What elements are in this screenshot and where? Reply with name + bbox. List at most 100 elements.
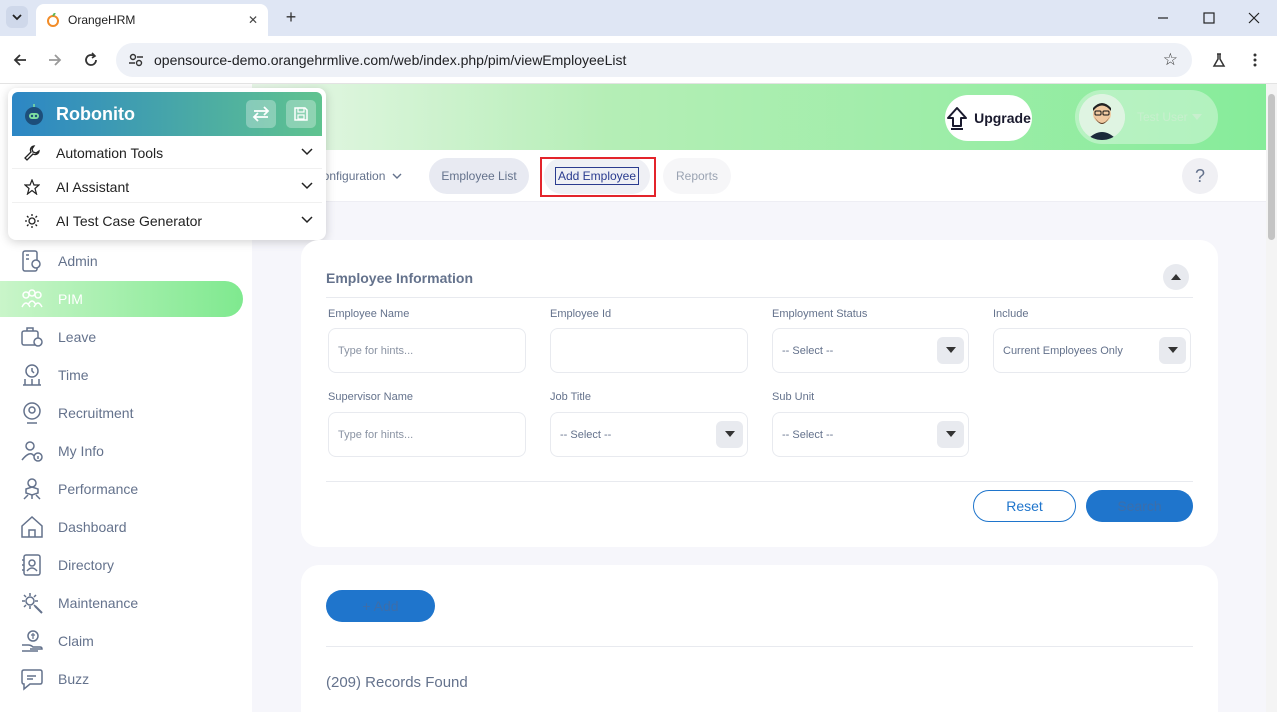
sidebar-item-label: Recruitment xyxy=(58,405,134,421)
sidebar-item-label: Maintenance xyxy=(58,595,139,611)
new-tab-button[interactable]: + xyxy=(280,6,302,28)
employee-name-input[interactable]: Type for hints... xyxy=(328,328,526,373)
robonito-row-label: Automation Tools xyxy=(56,144,164,161)
add-employee-button[interactable]: + Add xyxy=(326,590,435,622)
robonito-switch-button[interactable] xyxy=(246,100,276,128)
employment-status-select[interactable]: -- Select -- xyxy=(772,328,969,373)
user-avatar-icon xyxy=(1079,94,1125,140)
maximize-button[interactable] xyxy=(1186,0,1232,36)
minimize-button[interactable] xyxy=(1140,0,1186,36)
sidebar-item-my-info[interactable]: My Info xyxy=(0,433,252,469)
tab-configuration[interactable]: Configuration xyxy=(312,158,410,194)
sidebar-item-maintenance[interactable]: Maintenance xyxy=(0,585,252,621)
tab-search-button[interactable] xyxy=(6,6,28,28)
scrollbar-thumb[interactable] xyxy=(1268,94,1275,240)
sidebar-item-pim[interactable]: PIM xyxy=(0,281,243,317)
tab-employee-list[interactable]: Employee List xyxy=(429,158,529,194)
admin-icon xyxy=(22,250,41,272)
forward-button[interactable] xyxy=(43,48,67,72)
leave-icon xyxy=(21,327,43,347)
buzz-icon xyxy=(21,669,43,691)
filter-card-title: Employee Information xyxy=(326,270,474,286)
sidebar-item-claim[interactable]: Claim xyxy=(0,623,252,659)
robonito-ai-assistant[interactable]: AI Assistant xyxy=(12,171,322,203)
caret-down-icon xyxy=(1191,114,1202,120)
more-vertical-icon xyxy=(1253,53,1257,67)
avatar xyxy=(1079,94,1125,140)
sub-unit-select[interactable]: -- Select -- xyxy=(772,412,969,457)
dropdown-caret-icon[interactable] xyxy=(1159,337,1186,364)
upgrade-button[interactable]: Upgrade xyxy=(945,95,1032,141)
tab-title: OrangeHRM xyxy=(68,13,136,27)
caret-up-icon xyxy=(1171,274,1181,280)
records-card: + Add (209) Records Found xyxy=(301,565,1218,712)
address-bar[interactable]: opensource-demo.orangehrmlive.com/web/in… xyxy=(116,43,1192,77)
upgrade-label: Upgrade xyxy=(974,110,1031,126)
robot-logo-icon xyxy=(25,104,43,125)
swap-arrows-icon xyxy=(252,106,270,122)
tab-reports[interactable]: Reports xyxy=(663,158,731,194)
employee-information-card: Employee Information Employee Name Type … xyxy=(301,240,1218,547)
sidebar-item-label: Admin xyxy=(58,253,98,269)
pim-icon xyxy=(21,289,43,308)
sun-gear-icon xyxy=(25,214,39,228)
robonito-title: Robonito xyxy=(56,103,135,124)
user-dropdown[interactable]: Test User xyxy=(1075,90,1218,144)
dropdown-caret-icon[interactable] xyxy=(937,337,964,364)
sidebar-item-label: Claim xyxy=(58,633,94,649)
collapse-filter-button[interactable] xyxy=(1163,264,1189,290)
employee-name-label: Employee Name xyxy=(328,308,410,320)
sidebar-item-recruitment[interactable]: Recruitment xyxy=(0,395,252,431)
sidebar-item-leave[interactable]: Leave xyxy=(0,319,252,355)
claim-icon xyxy=(22,630,43,652)
sidebar-item-label: Performance xyxy=(58,481,139,497)
reload-button[interactable] xyxy=(79,48,103,72)
employee-name-placeholder: Type for hints... xyxy=(338,344,414,357)
chevron-down-icon xyxy=(301,182,313,190)
close-window-button[interactable] xyxy=(1231,0,1277,36)
help-button[interactable]: ? xyxy=(1182,158,1218,194)
sidebar-item-performance[interactable]: Performance xyxy=(0,471,252,507)
back-button[interactable] xyxy=(8,48,32,72)
close-icon xyxy=(1248,12,1260,24)
site-settings-icon xyxy=(129,53,143,67)
tab-close-icon[interactable]: ✕ xyxy=(248,13,258,27)
my-info-icon xyxy=(21,441,43,462)
sidebar-item-dashboard[interactable]: Dashboard xyxy=(0,509,252,545)
sidebar-item-admin[interactable]: Admin xyxy=(0,243,252,279)
divider xyxy=(326,646,1193,647)
browser-toolbar: opensource-demo.orangehrmlive.com/web/in… xyxy=(0,36,1277,84)
sub-unit-label: Sub Unit xyxy=(772,391,815,403)
browser-tab[interactable]: OrangeHRM ✕ xyxy=(36,4,268,36)
robonito-ai-test-case-generator[interactable]: AI Test Case Generator xyxy=(12,205,322,237)
sidebar-item-directory[interactable]: Directory xyxy=(0,547,252,583)
reset-button[interactable]: Reset xyxy=(973,490,1076,522)
employee-id-label: Employee Id xyxy=(550,308,612,320)
sidebar-item-label: Dashboard xyxy=(58,519,127,535)
app-header: Upgrade Test User xyxy=(252,84,1266,150)
supervisor-name-input[interactable]: Type for hints... xyxy=(328,412,526,457)
sidebar-item-label: Time xyxy=(58,367,89,383)
page-scrollbar[interactable] xyxy=(1266,84,1277,712)
sidebar-item-time[interactable]: Time xyxy=(0,357,252,393)
top-navigation: Configuration Employee List Add Employee… xyxy=(252,150,1266,202)
search-button[interactable]: Search xyxy=(1086,490,1193,522)
sidebar-item-buzz[interactable]: Buzz xyxy=(0,661,252,697)
employee-id-input[interactable] xyxy=(550,328,748,373)
maintenance-icon xyxy=(22,593,43,614)
include-select[interactable]: Current Employees Only xyxy=(993,328,1191,373)
employment-status-value: -- Select -- xyxy=(782,344,834,357)
job-title-select[interactable]: -- Select -- xyxy=(550,412,748,457)
bookmark-star-icon[interactable]: ☆ xyxy=(1163,50,1178,70)
dropdown-caret-icon[interactable] xyxy=(937,421,964,448)
robonito-header: Robonito xyxy=(12,92,322,136)
robonito-panel: Robonito Automation Tools AI Assistant A… xyxy=(8,88,326,240)
dropdown-caret-icon[interactable] xyxy=(716,421,743,448)
star-icon xyxy=(24,178,40,195)
robonito-save-button[interactable] xyxy=(286,100,316,128)
browser-menu-button[interactable] xyxy=(1243,48,1267,72)
nav-label-employee-list: Employee List xyxy=(441,169,517,183)
highlight-box xyxy=(540,157,656,197)
labs-button[interactable] xyxy=(1207,48,1231,72)
robonito-automation-tools[interactable]: Automation Tools xyxy=(12,137,322,169)
